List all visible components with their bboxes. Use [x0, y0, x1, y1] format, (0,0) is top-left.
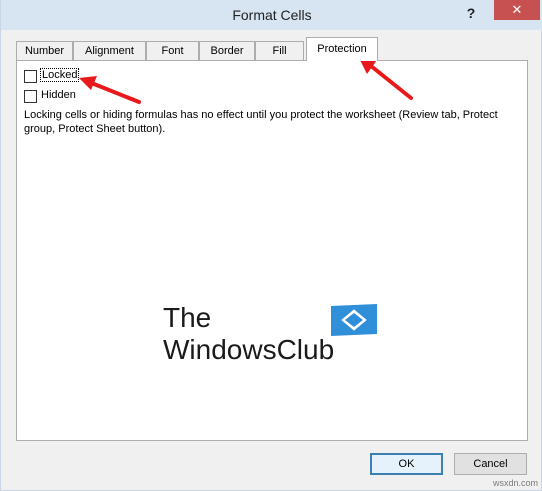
source-label: wsxdn.com: [493, 478, 539, 488]
hidden-checkbox[interactable]: [24, 90, 37, 103]
tab-border[interactable]: Border: [199, 41, 255, 60]
tab-font[interactable]: Font: [146, 41, 199, 60]
windows-logo-icon: [331, 304, 377, 336]
close-icon: ✕: [511, 2, 523, 17]
tab-number[interactable]: Number: [16, 41, 73, 60]
cancel-button[interactable]: Cancel: [454, 453, 527, 475]
ok-button[interactable]: OK: [370, 453, 443, 475]
watermark-line1: The: [163, 302, 212, 333]
tab-alignment[interactable]: Alignment: [73, 41, 146, 60]
hidden-label[interactable]: Hidden: [41, 89, 76, 101]
protection-description: Locking cells or hiding formulas has no …: [24, 109, 498, 135]
watermark-line2: WindowsClub: [163, 334, 335, 365]
help-button[interactable]: ?: [460, 3, 482, 23]
protection-panel: Locked Hidden Locking cells or hiding fo…: [16, 60, 528, 441]
title-bar: Format Cells ? ✕: [1, 0, 542, 30]
tab-fill[interactable]: Fill: [255, 41, 304, 60]
close-button[interactable]: ✕: [494, 0, 540, 20]
format-cells-dialog: Format Cells ? ✕ Number Alignment Font B…: [0, 0, 542, 491]
tab-protection[interactable]: Protection: [306, 37, 378, 61]
locked-label[interactable]: Locked: [39, 68, 80, 82]
locked-checkbox[interactable]: [24, 70, 37, 83]
